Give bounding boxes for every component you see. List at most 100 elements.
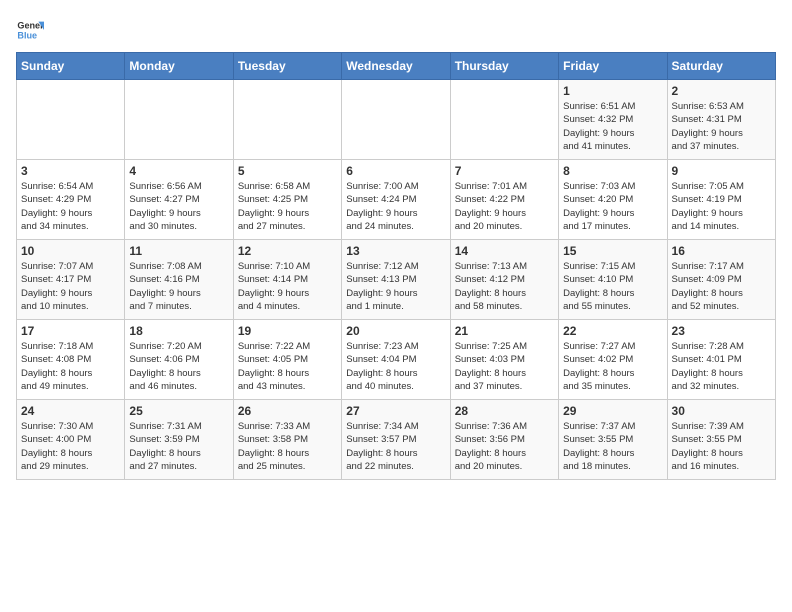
day-number: 29 <box>563 404 662 418</box>
day-number: 26 <box>238 404 337 418</box>
day-info: Sunrise: 7:15 AM Sunset: 4:10 PM Dayligh… <box>563 260 662 313</box>
day-number: 8 <box>563 164 662 178</box>
calendar-cell: 1Sunrise: 6:51 AM Sunset: 4:32 PM Daylig… <box>559 80 667 160</box>
day-info: Sunrise: 7:28 AM Sunset: 4:01 PM Dayligh… <box>672 340 771 393</box>
calendar-cell: 14 Sunrise: 7:13 AM Sunset: 4:12 PM Dayli… <box>450 240 558 320</box>
calendar-cell: 21 Sunrise: 7:25 AM Sunset: 4:03 PM Dayli… <box>450 320 558 400</box>
header: General Blue <box>16 16 776 44</box>
weekday-header-thursday: Thursday <box>450 53 558 80</box>
day-info: Sunrise: 7:25 AM Sunset: 4:03 PM Dayligh… <box>455 340 554 393</box>
day-number: 11 <box>129 244 228 258</box>
weekday-header-wednesday: Wednesday <box>342 53 450 80</box>
day-number: 21 <box>455 324 554 338</box>
day-info: Sunrise: 7:07 AM Sunset: 4:17 PM Dayligh… <box>21 260 120 313</box>
calendar-cell: 2 Sunrise: 6:53 AM Sunset: 4:31 PM Daylig… <box>667 80 775 160</box>
day-info: Sunrise: 7:08 AM Sunset: 4:16 PM Dayligh… <box>129 260 228 313</box>
day-info: Sunrise: 7:22 AM Sunset: 4:05 PM Dayligh… <box>238 340 337 393</box>
calendar-table: SundayMondayTuesdayWednesdayThursdayFrid… <box>16 52 776 480</box>
day-number: 15 <box>563 244 662 258</box>
calendar-cell: 25 Sunrise: 7:31 AM Sunset: 3:59 PM Dayli… <box>125 400 233 480</box>
day-info: Sunrise: 7:30 AM Sunset: 4:00 PM Dayligh… <box>21 420 120 473</box>
day-number: 7 <box>455 164 554 178</box>
calendar-cell: 12 Sunrise: 7:10 AM Sunset: 4:14 PM Dayli… <box>233 240 341 320</box>
day-number: 24 <box>21 404 120 418</box>
calendar-cell <box>125 80 233 160</box>
day-number: 28 <box>455 404 554 418</box>
day-number: 10 <box>21 244 120 258</box>
weekday-header-tuesday: Tuesday <box>233 53 341 80</box>
day-info: Sunrise: 7:27 AM Sunset: 4:02 PM Dayligh… <box>563 340 662 393</box>
day-info: Sunrise: 7:31 AM Sunset: 3:59 PM Dayligh… <box>129 420 228 473</box>
calendar-cell: 26 Sunrise: 7:33 AM Sunset: 3:58 PM Dayli… <box>233 400 341 480</box>
calendar-cell: 18 Sunrise: 7:20 AM Sunset: 4:06 PM Dayli… <box>125 320 233 400</box>
calendar-cell: 7 Sunrise: 7:01 AM Sunset: 4:22 PM Daylig… <box>450 160 558 240</box>
calendar-cell: 4 Sunrise: 6:56 AM Sunset: 4:27 PM Daylig… <box>125 160 233 240</box>
day-number: 17 <box>21 324 120 338</box>
svg-text:Blue: Blue <box>17 30 37 40</box>
weekday-header-monday: Monday <box>125 53 233 80</box>
calendar-cell: 30 Sunrise: 7:39 AM Sunset: 3:55 PM Dayli… <box>667 400 775 480</box>
weekday-header-saturday: Saturday <box>667 53 775 80</box>
logo-icon: General Blue <box>16 16 44 44</box>
day-info: Sunrise: 7:23 AM Sunset: 4:04 PM Dayligh… <box>346 340 445 393</box>
calendar-cell <box>17 80 125 160</box>
day-number: 16 <box>672 244 771 258</box>
weekday-header-sunday: Sunday <box>17 53 125 80</box>
day-info: Sunrise: 7:03 AM Sunset: 4:20 PM Dayligh… <box>563 180 662 233</box>
day-number: 4 <box>129 164 228 178</box>
day-info: Sunrise: 7:17 AM Sunset: 4:09 PM Dayligh… <box>672 260 771 313</box>
calendar-cell: 24 Sunrise: 7:30 AM Sunset: 4:00 PM Dayli… <box>17 400 125 480</box>
day-info: Sunrise: 7:33 AM Sunset: 3:58 PM Dayligh… <box>238 420 337 473</box>
day-number: 3 <box>21 164 120 178</box>
calendar-cell: 29 Sunrise: 7:37 AM Sunset: 3:55 PM Dayli… <box>559 400 667 480</box>
day-info: Sunrise: 7:05 AM Sunset: 4:19 PM Dayligh… <box>672 180 771 233</box>
calendar-cell: 16 Sunrise: 7:17 AM Sunset: 4:09 PM Dayli… <box>667 240 775 320</box>
calendar-cell: 6 Sunrise: 7:00 AM Sunset: 4:24 PM Daylig… <box>342 160 450 240</box>
day-info: Sunrise: 7:39 AM Sunset: 3:55 PM Dayligh… <box>672 420 771 473</box>
calendar-cell: 23Sunrise: 7:28 AM Sunset: 4:01 PM Dayli… <box>667 320 775 400</box>
day-number: 19 <box>238 324 337 338</box>
day-info: Sunrise: 7:37 AM Sunset: 3:55 PM Dayligh… <box>563 420 662 473</box>
day-info: Sunrise: 7:00 AM Sunset: 4:24 PM Dayligh… <box>346 180 445 233</box>
day-info: Sunrise: 6:54 AM Sunset: 4:29 PM Dayligh… <box>21 180 120 233</box>
calendar-cell <box>342 80 450 160</box>
day-info: Sunrise: 7:13 AM Sunset: 4:12 PM Dayligh… <box>455 260 554 313</box>
calendar-cell: 5 Sunrise: 6:58 AM Sunset: 4:25 PM Daylig… <box>233 160 341 240</box>
day-number: 1 <box>563 84 662 98</box>
calendar-cell: 28 Sunrise: 7:36 AM Sunset: 3:56 PM Dayli… <box>450 400 558 480</box>
logo: General Blue <box>16 16 44 44</box>
day-info: Sunrise: 7:12 AM Sunset: 4:13 PM Dayligh… <box>346 260 445 313</box>
calendar-cell: 17Sunrise: 7:18 AM Sunset: 4:08 PM Dayli… <box>17 320 125 400</box>
calendar-cell <box>233 80 341 160</box>
calendar-cell: 15 Sunrise: 7:15 AM Sunset: 4:10 PM Dayli… <box>559 240 667 320</box>
calendar-cell: 9 Sunrise: 7:05 AM Sunset: 4:19 PM Daylig… <box>667 160 775 240</box>
calendar-cell: 22 Sunrise: 7:27 AM Sunset: 4:02 PM Dayli… <box>559 320 667 400</box>
day-info: Sunrise: 6:58 AM Sunset: 4:25 PM Dayligh… <box>238 180 337 233</box>
calendar-cell <box>450 80 558 160</box>
day-number: 9 <box>672 164 771 178</box>
day-number: 18 <box>129 324 228 338</box>
day-number: 12 <box>238 244 337 258</box>
day-number: 14 <box>455 244 554 258</box>
day-info: Sunrise: 7:20 AM Sunset: 4:06 PM Dayligh… <box>129 340 228 393</box>
calendar-cell: 10 Sunrise: 7:07 AM Sunset: 4:17 PM Dayli… <box>17 240 125 320</box>
day-number: 27 <box>346 404 445 418</box>
day-number: 30 <box>672 404 771 418</box>
day-info: Sunrise: 7:10 AM Sunset: 4:14 PM Dayligh… <box>238 260 337 313</box>
day-number: 2 <box>672 84 771 98</box>
calendar-cell: 19 Sunrise: 7:22 AM Sunset: 4:05 PM Dayli… <box>233 320 341 400</box>
day-number: 6 <box>346 164 445 178</box>
day-info: Sunrise: 7:36 AM Sunset: 3:56 PM Dayligh… <box>455 420 554 473</box>
day-info: Sunrise: 6:53 AM Sunset: 4:31 PM Dayligh… <box>672 100 771 153</box>
day-info: Sunrise: 7:01 AM Sunset: 4:22 PM Dayligh… <box>455 180 554 233</box>
day-info: Sunrise: 7:34 AM Sunset: 3:57 PM Dayligh… <box>346 420 445 473</box>
day-number: 25 <box>129 404 228 418</box>
calendar-cell: 3 Sunrise: 6:54 AM Sunset: 4:29 PM Daylig… <box>17 160 125 240</box>
day-number: 22 <box>563 324 662 338</box>
day-number: 13 <box>346 244 445 258</box>
calendar-cell: 13 Sunrise: 7:12 AM Sunset: 4:13 PM Dayli… <box>342 240 450 320</box>
day-info: Sunrise: 6:56 AM Sunset: 4:27 PM Dayligh… <box>129 180 228 233</box>
calendar-cell: 20 Sunrise: 7:23 AM Sunset: 4:04 PM Dayli… <box>342 320 450 400</box>
day-number: 5 <box>238 164 337 178</box>
day-number: 20 <box>346 324 445 338</box>
